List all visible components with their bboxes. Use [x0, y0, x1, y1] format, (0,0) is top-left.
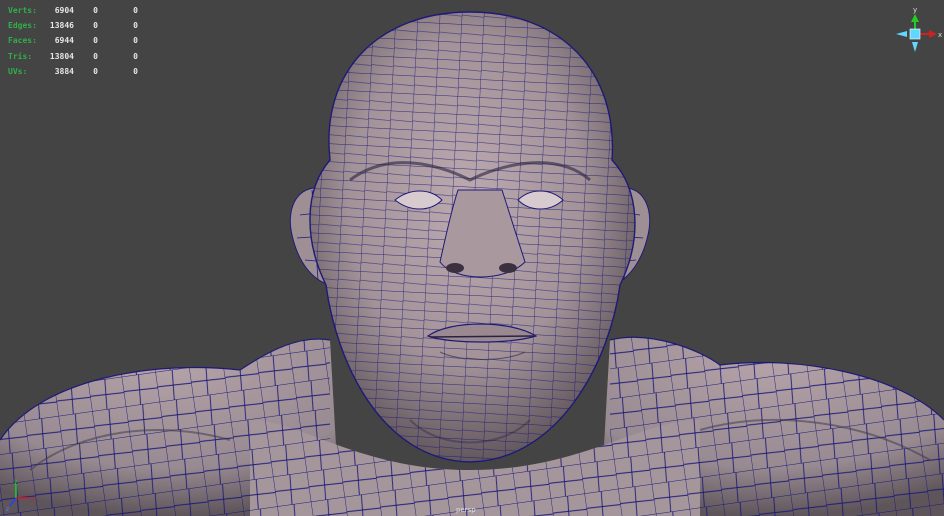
hud-row: Tris: 13804 0 0: [8, 49, 138, 64]
hud-label: Tris:: [8, 51, 33, 61]
hud-value-tertiary: 0: [133, 6, 138, 16]
view-cube-center[interactable]: [909, 28, 921, 40]
hud-row: Faces: 6944 0 0: [8, 33, 138, 48]
hud-label: Faces:: [8, 36, 37, 46]
left-arrow[interactable]: [896, 31, 907, 37]
hud-value-primary: 13804: [49, 51, 74, 61]
axis-z-line: [9, 497, 17, 507]
view-cube-gizmo[interactable]: y x: [890, 4, 944, 58]
hud-value-tertiary: 0: [133, 51, 138, 61]
hud-value-primary: 6904: [54, 6, 74, 16]
axis-x-label: x: [31, 496, 35, 503]
hud-row: Edges: 13846 0 0: [8, 18, 138, 33]
down-arrow[interactable]: [912, 42, 918, 52]
hud-value-primary: 13846: [49, 21, 74, 31]
axis-indicator: y x z: [6, 478, 35, 512]
hud-value-tertiary: 0: [133, 36, 138, 46]
3d-viewport[interactable]: Verts: 6904 0 0 Edges: 13846 0 0 Faces: 6944 0 0 Tri…: [0, 0, 944, 516]
hud-value-secondary: 0: [93, 36, 98, 46]
hud-value-secondary: 0: [93, 51, 98, 61]
hud-value-secondary: 0: [93, 21, 98, 31]
hud-value-primary: 6944: [54, 36, 74, 46]
y-arrow-head: [911, 14, 919, 22]
y-axis-label: y: [913, 6, 917, 14]
hud-label: UVs:: [8, 66, 28, 76]
x-axis-label: x: [938, 31, 942, 39]
hud-value-secondary: 0: [93, 6, 98, 16]
hud-value-tertiary: 0: [133, 66, 138, 76]
hud-value-secondary: 0: [93, 66, 98, 76]
axis-z-label: z: [6, 506, 9, 512]
x-arrow-head: [929, 30, 937, 38]
character-mesh[interactable]: [0, 0, 944, 516]
hud-label: Verts:: [8, 6, 37, 16]
hud-label: Edges:: [8, 21, 37, 31]
hud-row: Verts: 6904 0 0: [8, 3, 138, 18]
poly-count-hud: Verts: 6904 0 0 Edges: 13846 0 0 Faces: 6944 0 0 Tri…: [8, 3, 138, 79]
head: [309, 11, 636, 463]
hud-row: UVs: 3884 0 0: [8, 64, 138, 79]
hud-value-primary: 3884: [54, 66, 74, 76]
camera-label: persp: [456, 506, 476, 514]
axis-y-label: y: [14, 478, 18, 485]
hud-value-tertiary: 0: [133, 21, 138, 31]
